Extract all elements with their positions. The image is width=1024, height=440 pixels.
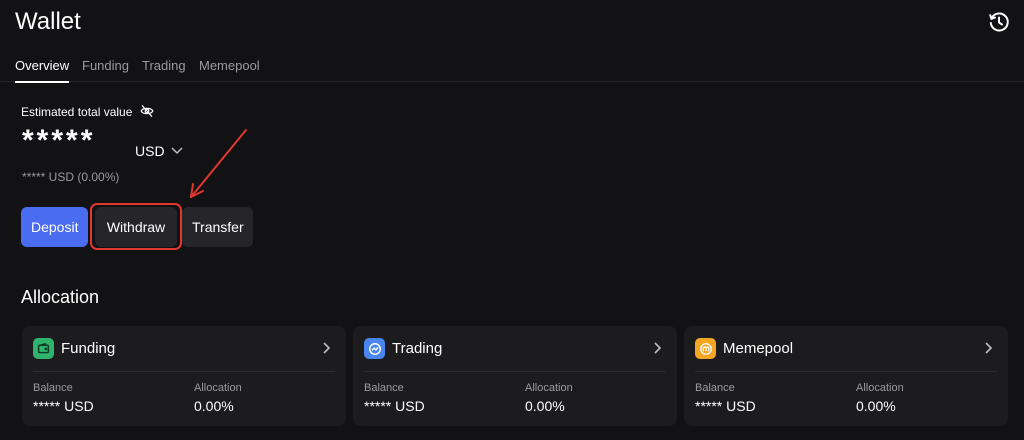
total-value-masked: ***** — [22, 124, 96, 157]
withdraw-button[interactable]: Withdraw — [95, 207, 177, 247]
chevron-down-icon — [171, 147, 183, 155]
estimated-total-label: Estimated total value — [21, 105, 133, 119]
deposit-button[interactable]: Deposit — [21, 207, 88, 247]
balance-value: ***** USD — [33, 398, 94, 414]
balance-value: ***** USD — [364, 398, 425, 414]
card-divider — [364, 371, 666, 372]
currency-selector[interactable]: USD — [135, 143, 183, 159]
allocation-label: Allocation — [856, 382, 904, 394]
trend-chart-icon — [368, 342, 381, 355]
page-title: Wallet — [15, 8, 81, 35]
allocation-label: Allocation — [525, 382, 573, 394]
card-name: Funding — [61, 340, 116, 357]
annotation-arrow-icon — [190, 129, 247, 198]
balance-value: ***** USD — [695, 398, 756, 414]
allocation-value: 0.00% — [856, 398, 896, 414]
wallet-icon — [37, 342, 50, 354]
balance-label: Balance — [33, 382, 73, 394]
balance-label: Balance — [695, 382, 735, 394]
funding-icon-badge — [33, 338, 54, 359]
history-clock-icon — [989, 12, 1009, 32]
chevron-right-icon — [654, 342, 662, 354]
card-name: Trading — [392, 340, 443, 357]
allocation-title: Allocation — [21, 287, 100, 307]
memepool-icon-badge — [695, 338, 716, 359]
card-divider — [33, 371, 335, 372]
tab-overview[interactable]: Overview — [15, 58, 70, 83]
memepool-coin-icon — [699, 342, 712, 355]
allocation-value: 0.00% — [194, 398, 234, 414]
allocation-card-trading[interactable]: Trading Balance ***** USD Allocation 0.0… — [353, 326, 677, 426]
card-divider — [695, 371, 997, 372]
wallet-page: Wallet Overview Funding Trading Memepool… — [0, 0, 1024, 440]
tab-trading[interactable]: Trading — [142, 58, 186, 82]
tab-funding[interactable]: Funding — [82, 58, 129, 82]
tab-memepool[interactable]: Memepool — [199, 58, 260, 82]
total-value-change: ***** USD (0.00%) — [22, 170, 120, 184]
chevron-right-icon — [323, 342, 331, 354]
balance-label: Balance — [364, 382, 404, 394]
history-button[interactable] — [987, 10, 1011, 34]
card-name: Memepool — [723, 340, 794, 357]
wallet-tabs: Overview Funding Trading Memepool — [0, 58, 1024, 83]
allocation-value: 0.00% — [525, 398, 565, 414]
allocation-card-funding[interactable]: Funding Balance ***** USD Allocation 0.0… — [22, 326, 346, 426]
trading-icon-badge — [364, 338, 385, 359]
eye-off-icon — [140, 105, 154, 117]
currency-label: USD — [135, 143, 165, 159]
allocation-label: Allocation — [194, 382, 242, 394]
allocation-card-memepool[interactable]: Memepool Balance ***** USD Allocation 0.… — [684, 326, 1008, 426]
hide-balance-toggle[interactable] — [140, 104, 154, 118]
chevron-right-icon — [985, 342, 993, 354]
transfer-button[interactable]: Transfer — [182, 207, 253, 247]
